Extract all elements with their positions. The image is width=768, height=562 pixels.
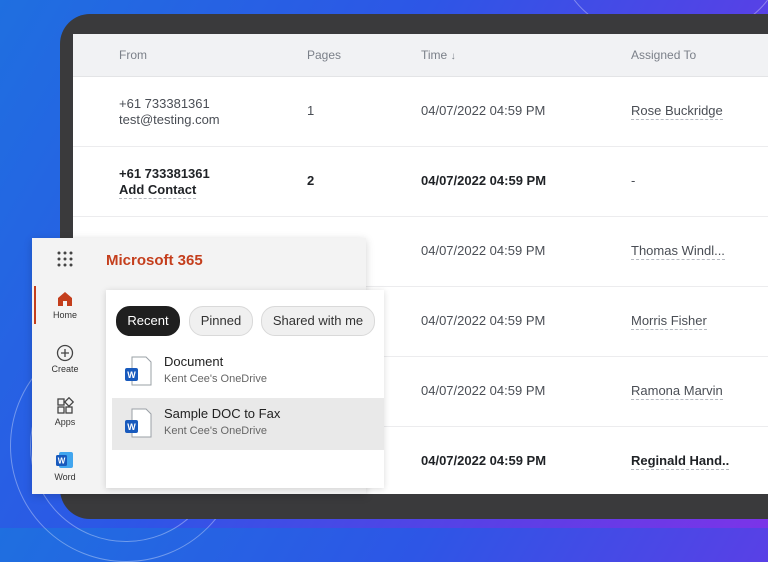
pages-count: 1 (307, 103, 315, 118)
table-header: From Pages Time ↓ Assigned To (73, 34, 768, 77)
rail-item-label: Apps (54, 417, 76, 427)
list-item[interactable]: W Document Kent Cee's OneDrive (112, 346, 384, 398)
apps-icon (32, 396, 98, 417)
received-time: 04/07/2022 04:59 PM (421, 383, 546, 398)
rail-item-label: Create (51, 364, 79, 374)
rail-item-apps[interactable]: Apps (32, 396, 98, 427)
tab-pinned[interactable]: Pinned (189, 306, 253, 336)
assigned-to: - (631, 173, 636, 188)
sort-down-icon: ↓ (450, 51, 456, 62)
document-title: Sample DOC to Fax (164, 406, 281, 421)
m365-title: Microsoft 365 (106, 252, 203, 269)
m365-header: Microsoft 365 (32, 238, 366, 284)
from-phone: +61 733381361 (119, 96, 210, 111)
rail-item-label: Word (54, 472, 76, 482)
received-time: 04/07/2022 04:59 PM (421, 313, 546, 328)
from-email: test@testing.com (119, 112, 220, 127)
rail-item-create[interactable]: Create (32, 344, 98, 374)
received-time: 04/07/2022 04:59 PM (421, 103, 546, 118)
column-header-pages[interactable]: Pages (307, 48, 341, 62)
m365-recent-pane: Recent Pinned Shared with me W Document … (106, 290, 384, 488)
from-phone: +61 733381361 (119, 166, 210, 181)
received-time: 04/07/2022 04:59 PM (421, 243, 546, 258)
home-icon (32, 290, 98, 310)
table-row[interactable]: +61 733381361 test@testing.com 1 04/07/2… (73, 76, 768, 147)
svg-text:W: W (58, 457, 66, 466)
document-title: Document (164, 354, 224, 369)
svg-text:W: W (127, 422, 136, 432)
word-icon: W (32, 450, 98, 472)
column-header-assigned-to[interactable]: Assigned To (631, 48, 696, 62)
add-contact-link[interactable]: Add Contact (119, 182, 197, 199)
assigned-to[interactable]: Ramona Marvin (631, 383, 723, 400)
assigned-to[interactable]: Morris Fisher (631, 313, 707, 330)
app-launcher-icon[interactable] (56, 250, 74, 268)
assigned-to[interactable]: Reginald Hand.. (631, 453, 730, 470)
column-header-time-label: Time (421, 48, 448, 62)
plus-circle-icon (32, 344, 98, 364)
document-location: Kent Cee's OneDrive (164, 425, 267, 437)
table-row[interactable]: +61 733381361 Add Contact 2 04/07/2022 0… (73, 146, 768, 217)
tab-recent[interactable]: Recent (116, 306, 180, 336)
m365-left-rail: Home Create Apps W Word (32, 284, 98, 494)
assigned-to[interactable]: Rose Buckridge (631, 103, 723, 120)
assigned-to[interactable]: Thomas Windl... (631, 243, 725, 260)
tab-shared-with-me[interactable]: Shared with me (261, 306, 375, 336)
column-header-from[interactable]: From (119, 48, 147, 62)
list-item[interactable]: W Sample DOC to Fax Kent Cee's OneDrive (112, 398, 384, 450)
received-time: 04/07/2022 04:59 PM (421, 453, 547, 468)
word-doc-icon: W (124, 408, 152, 443)
svg-text:W: W (127, 370, 136, 380)
rail-item-label: Home (52, 310, 77, 320)
word-doc-icon: W (124, 356, 152, 391)
pages-count: 2 (307, 173, 315, 188)
column-header-time[interactable]: Time ↓ (421, 48, 456, 62)
rail-item-word[interactable]: W Word (32, 450, 98, 482)
received-time: 04/07/2022 04:59 PM (421, 173, 547, 188)
rail-item-home[interactable]: Home (32, 290, 98, 320)
document-location: Kent Cee's OneDrive (164, 373, 267, 385)
